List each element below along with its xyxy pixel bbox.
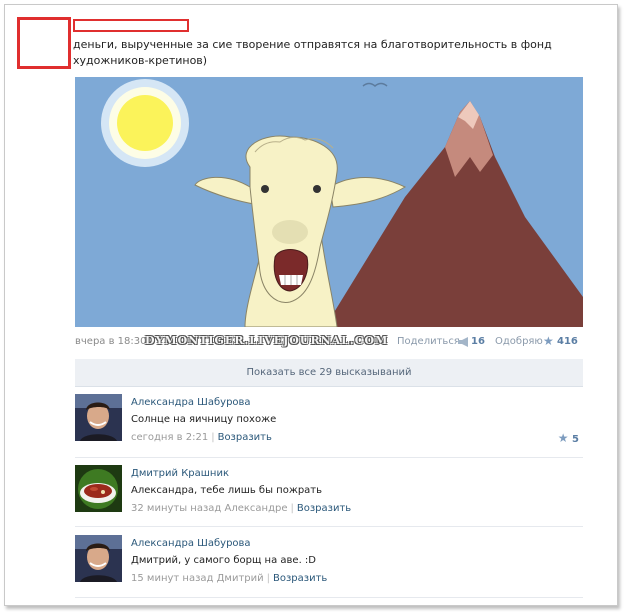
commenter-avatar[interactable] bbox=[75, 465, 122, 512]
comment-text: Дмитрий, у самого борщ на аве. :D bbox=[131, 555, 316, 566]
share-button[interactable]: Поделиться bbox=[397, 336, 460, 347]
like-button[interactable]: Одобряю bbox=[495, 336, 543, 347]
comment-divider bbox=[75, 597, 583, 598]
star-icon[interactable]: ★ bbox=[543, 334, 554, 348]
comment-text: Александра, тебе лишь бы пожрать bbox=[131, 485, 323, 496]
separator: | bbox=[266, 573, 271, 584]
comment-text: Солнце на яичницу похоже bbox=[131, 414, 277, 425]
comment-meta: 32 минуты назад Александре | Возразить bbox=[131, 503, 351, 514]
comment-meta: 15 минут назад Дмитрий | Возразить bbox=[131, 573, 327, 584]
commenter-avatar[interactable] bbox=[75, 394, 122, 441]
commenter-avatar[interactable] bbox=[75, 535, 122, 582]
post-meta-bar: вчера в 18:30 DYMONTIGER.LIVEJOURNAL.COM… bbox=[75, 334, 583, 350]
comment-item: Александра Шабурова Солнце на яичницу по… bbox=[75, 394, 583, 446]
post-text: деньги, вырученные за сие творение отпра… bbox=[73, 38, 552, 67]
like-count: 416 bbox=[557, 336, 578, 347]
commenter-name[interactable]: Александра Шабурова bbox=[131, 397, 251, 408]
commenter-name[interactable]: Дмитрий Крашник bbox=[131, 468, 229, 479]
post-image[interactable] bbox=[75, 77, 583, 327]
comment-divider bbox=[75, 457, 583, 458]
megaphone-icon[interactable] bbox=[458, 337, 469, 347]
redacted-author-name[interactable] bbox=[73, 19, 189, 32]
comment-time[interactable]: 32 минуты назад Александре bbox=[131, 503, 288, 514]
comment-meta: сегодня в 2:21 | Возразить bbox=[131, 432, 272, 443]
post-date[interactable]: вчера в 18:30 bbox=[75, 336, 147, 347]
redacted-author-avatar[interactable] bbox=[17, 17, 71, 69]
share-count: 16 bbox=[471, 336, 485, 347]
commenter-name[interactable]: Александра Шабурова bbox=[131, 538, 251, 549]
comment-time[interactable]: сегодня в 2:21 bbox=[131, 432, 208, 443]
comment-like-count: 5 bbox=[572, 434, 579, 445]
comment-item: Александра Шабурова Дмитрий, у самого бо… bbox=[75, 535, 583, 587]
comment-item: Дмитрий Крашник Александра, тебе лишь бы… bbox=[75, 465, 583, 517]
star-icon: ★ bbox=[557, 431, 569, 445]
reply-link[interactable]: Возразить bbox=[273, 573, 327, 584]
show-all-comments-button[interactable]: Показать все 29 высказываний bbox=[75, 359, 583, 387]
reply-link[interactable]: Возразить bbox=[297, 503, 351, 514]
separator: | bbox=[290, 503, 294, 514]
reply-link[interactable]: Возразить bbox=[218, 432, 272, 443]
watermark-text: DYMONTIGER.LIVEJOURNAL.COM bbox=[145, 334, 389, 347]
comment-time[interactable]: 15 минут назад Дмитрий bbox=[131, 573, 264, 584]
comment-like-button[interactable]: ★ 5 bbox=[558, 431, 579, 445]
comment-divider bbox=[75, 526, 583, 527]
separator: | bbox=[211, 432, 215, 443]
